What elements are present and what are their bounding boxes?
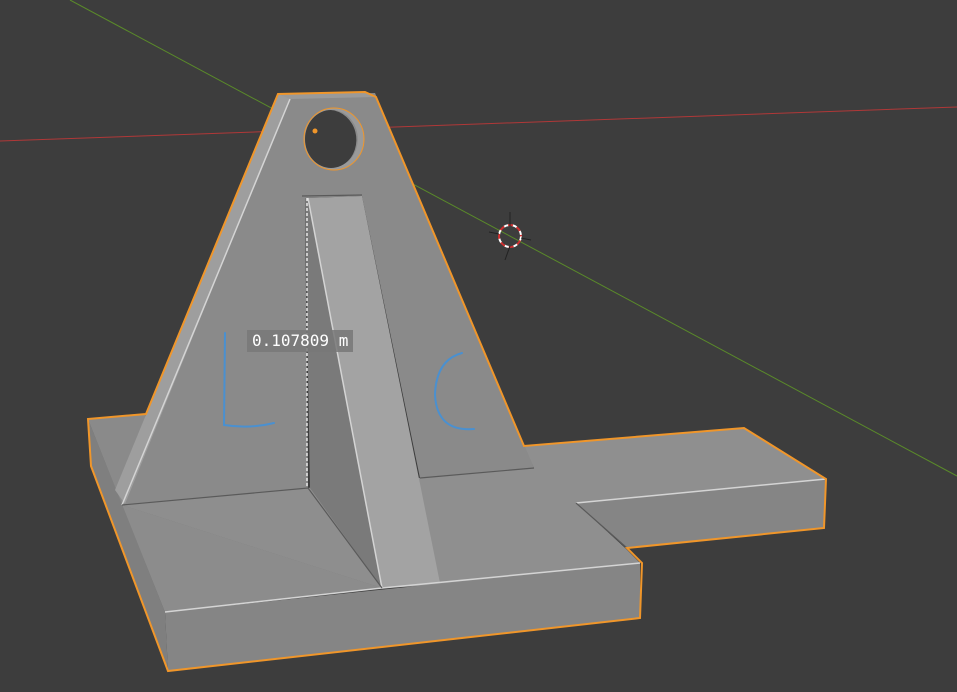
viewport-canvas[interactable] [0,0,957,692]
x-axis-line [0,106,957,142]
measurement-label: 0.107809 m [247,330,354,352]
3d-viewport[interactable]: 0.107809 m [0,0,957,692]
origin-point [312,128,318,134]
